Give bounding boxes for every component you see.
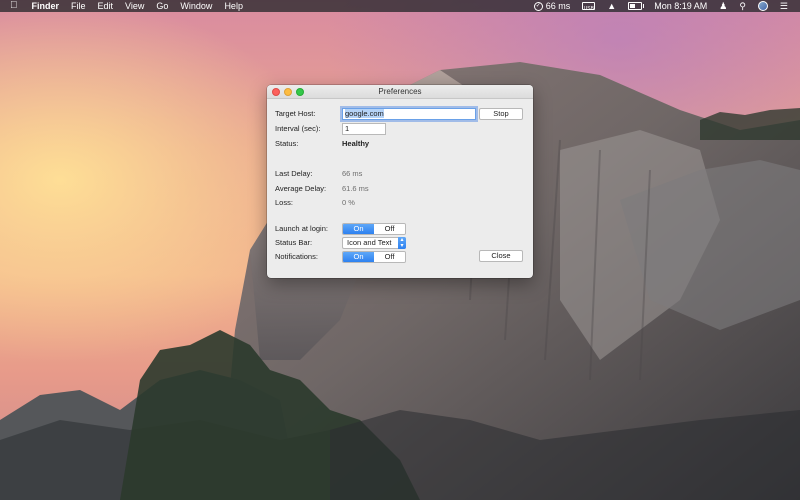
status-value: Healthy — [342, 139, 370, 148]
status-bar-selected: Icon and Text — [347, 238, 392, 247]
interval-input[interactable]: 1 — [342, 123, 386, 135]
wifi-icon[interactable]: ▲ — [607, 0, 616, 12]
status-label: Status: — [275, 139, 299, 148]
target-host-label: Target Host: — [275, 109, 316, 118]
menu-edit[interactable]: Edit — [98, 0, 114, 12]
menu-bar:  Finder File Edit View Go Window Help ✓… — [0, 0, 800, 12]
menu-view[interactable]: View — [125, 0, 144, 12]
menu-go[interactable]: Go — [156, 0, 168, 12]
ping-status-icon: ✓ — [533, 1, 543, 11]
notifications-off[interactable]: Off — [374, 252, 405, 262]
notifications-toggle: On Off — [342, 251, 406, 263]
notifications-on[interactable]: On — [343, 252, 374, 262]
close-window-icon[interactable] — [272, 88, 280, 96]
target-host-input[interactable]: google.com — [342, 108, 476, 120]
last-delay-value: 66 ms — [342, 169, 363, 178]
notification-center-icon[interactable]: ☰ — [780, 0, 788, 12]
search-icon[interactable]: ⚲ — [739, 0, 746, 12]
minimize-window-icon[interactable] — [284, 88, 292, 96]
ping-status-item[interactable]: ✓ 66 ms — [533, 0, 571, 12]
interval-label: Interval (sec): — [275, 124, 321, 133]
last-delay-label: Last Delay: — [275, 169, 313, 178]
loss-value: 0 % — [342, 198, 355, 207]
menu-file[interactable]: File — [71, 0, 86, 12]
menu-help[interactable]: Help — [224, 0, 243, 12]
ping-status-text: 66 ms — [545, 1, 571, 11]
average-delay-value: 61.6 ms — [342, 184, 369, 193]
launch-at-login-off[interactable]: Off — [374, 224, 405, 234]
preferences-window: Preferences Target Host: google.com Stop… — [267, 85, 533, 278]
menu-window[interactable]: Window — [180, 0, 212, 12]
apple-icon[interactable]:  — [10, 0, 18, 12]
menu-bar-right: ✓ 66 ms USB ▲ Mon 8:19 AM ♟ ⚲ ☰ — [522, 0, 800, 12]
window-titlebar[interactable]: Preferences — [267, 85, 533, 99]
zoom-window-icon[interactable] — [296, 88, 304, 96]
loss-label: Loss: — [275, 198, 293, 207]
menu-app-name[interactable]: Finder — [32, 0, 60, 12]
status-bar-select[interactable]: Icon and Text ▴ ▾ — [342, 237, 406, 249]
launch-at-login-toggle: On Off — [342, 223, 406, 235]
battery-icon[interactable] — [628, 2, 645, 10]
launch-at-login-on[interactable]: On — [343, 224, 374, 234]
window-title: Preferences — [378, 87, 422, 96]
close-button[interactable]: Close — [479, 250, 523, 262]
status-bar-label: Status Bar: — [275, 238, 313, 247]
menu-bar-left:  Finder File Edit View Go Window Help — [0, 0, 255, 12]
average-delay-label: Average Delay: — [275, 184, 327, 193]
target-host-value: google.com — [345, 109, 384, 118]
siri-icon[interactable] — [757, 1, 768, 11]
user-icon[interactable]: ♟ — [719, 0, 727, 12]
notifications-label: Notifications: — [275, 252, 318, 261]
usb-status-icon[interactable]: USB — [582, 2, 596, 12]
window-controls — [272, 88, 308, 96]
stop-button[interactable]: Stop — [479, 108, 523, 120]
chevron-updown-icon: ▴ ▾ — [398, 237, 406, 249]
clock[interactable]: Mon 8:19 AM — [654, 0, 707, 12]
launch-at-login-label: Launch at login: — [275, 224, 328, 233]
